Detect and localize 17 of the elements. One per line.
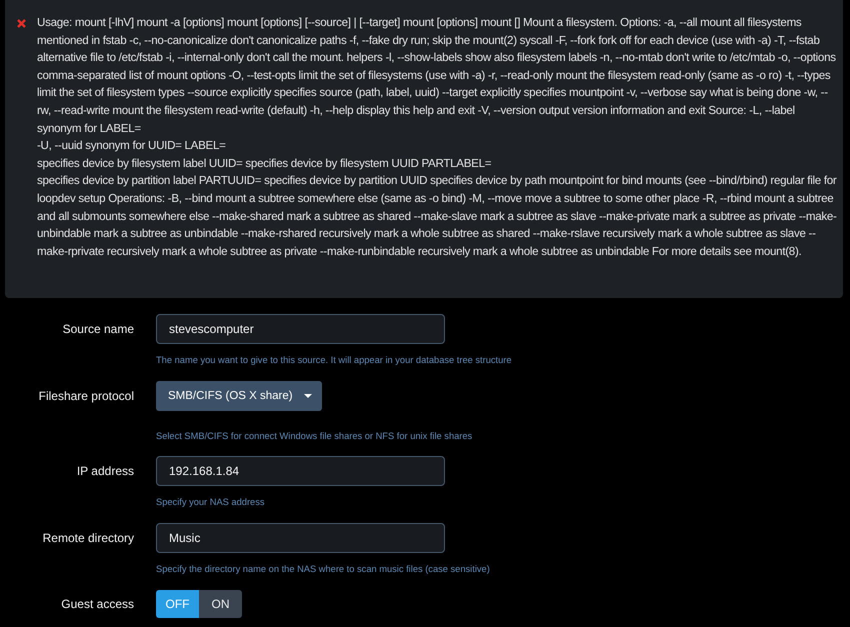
field-hint: Specify the directory name on the NAS where to scan music files (case sensitive)	[156, 563, 490, 575]
caret-icon	[304, 394, 312, 398]
toggle-option[interactable]: ON	[199, 590, 242, 618]
field-hint: The name you want to give to this source. It will appear in your database tree structure	[156, 354, 512, 366]
field-hint: Specify your NAS address	[156, 496, 265, 508]
field-label: IP address	[76, 464, 134, 478]
field-label: Remote directory	[42, 531, 134, 545]
error-message: Usage: mount [-lhV] mount -a [options] mount [options] [--source] | [--target] mount [options] mount [] Mount a filesystem. Options: -a, --all mount all filesystems mentioned in fstab -c, --no-canonicalize don't canonicalize paths -f, --fake dry run; skip the mount(2) syscall -F, --fork fork off for each device (use with -a) -T, --fstab alternative file to /etc/fstab -i, --internal-only don't call the mount. helpers -l, --show-labels show also filesystem labels -n, --no-mtab don't write to /etc/mtab -o, --options comma-separated list of mount options -O, --test-opts limit the set of filesystems (use with -a) -r, --read-only mount the filesystem read-only (same as -o ro) -t, --types limit the set of filesystem types --source explicitly specifies source (path, label, uuid) --target explicitly specifies mountpoint -v, --verbose say what is being done -w, --rw, --read-write mount the filesystem read-write (default) -h, --help display this help and exit -V, --version output version information and exit Source: -L, --label synonym for LABEL= -U, --uuid synonym for UUID= LABEL= specifies device by filesystem label UUID= specifies device by filesystem UUID PARTLABEL= specifies device by partition label PARTUUID= specifies device by partition UUID specifies device by path mountpoint for bind mounts (see --bind/rbind) regular file for loopdev setup Operations: -B, --bind mount a subtree somewhere else (same as -o bind) -M, --move move a subtree to some other place -R, --rbind mount a subtree and all submounts somewhere else --make-shared mark a subtree as shared --make-slave mark a subtree as slave --make-private mark a subtree as private --make-unbindable mark a subtree as unbindable --make-rshared recursively mark a whole subtree as shared --make-rslave recursively mark a whole subtree as slave --make-rprivate recursively mark a whole subtree as private --make-runbindable recursively mark a whole subtree as unbindable For more details see mount(8).	[37, 15, 837, 260]
text-input[interactable]: Music	[156, 523, 445, 553]
field-hint: Select SMB/CIFS for connect Windows file shares or NFS for unix file shares	[156, 430, 472, 442]
protocol-dropdown[interactable]: SMB/CIFS (OS X share)	[156, 381, 322, 411]
field-label: Fileshare protocol	[38, 389, 134, 403]
field-label: Source name	[62, 322, 134, 336]
field-label: Guest access	[61, 597, 134, 611]
text-input[interactable]: stevescomputer	[156, 314, 445, 344]
text-input[interactable]: 192.168.1.84	[156, 456, 445, 486]
cross-icon	[17, 19, 26, 28]
